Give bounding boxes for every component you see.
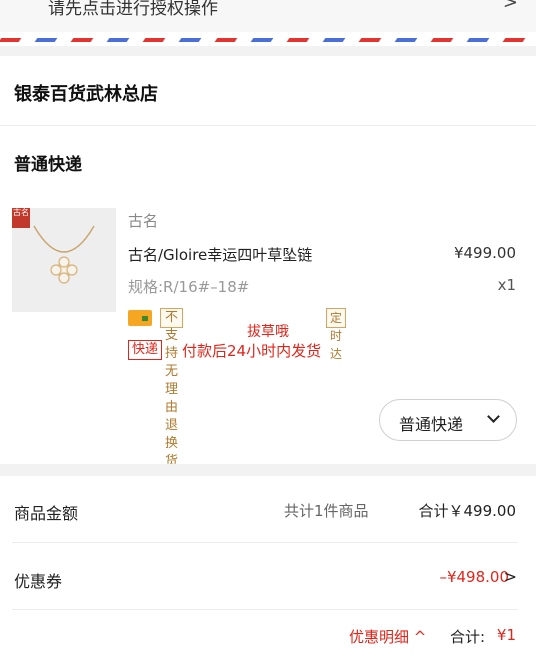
stripe-segment [430, 38, 454, 42]
on-time-tag: 定时达 [326, 308, 347, 361]
envelope-stripe [0, 32, 536, 46]
coupon-value[interactable]: –¥498.00 [439, 568, 509, 586]
section-gap [0, 46, 536, 56]
product-brand: 古名 [128, 212, 159, 230]
coupon-label[interactable]: 优惠券 [14, 568, 62, 592]
stripe-segment [142, 38, 166, 42]
product-thumbnail[interactable]: 古名 [12, 208, 116, 312]
authorization-bar[interactable]: 请先点击进行授权操作 > [0, 0, 536, 32]
stripe-segment [214, 38, 238, 42]
shipping-group-title: 普通快递 [14, 155, 82, 175]
chevron-down-icon [487, 410, 500, 423]
card-icon [128, 310, 152, 326]
stripe-segment [106, 38, 130, 42]
brand-badge: 古名 [12, 208, 30, 228]
shipping-method-label: 普通快递 [399, 415, 464, 434]
store-name: 银泰百货武林总店 [14, 84, 158, 105]
stripe-segment [286, 38, 310, 42]
amount-total: 合计￥499.00 [418, 502, 517, 520]
stripe-segment [358, 38, 382, 42]
delivery-time-text: 付款后24小时内发货 [182, 342, 322, 360]
stripe-segment [178, 38, 202, 42]
product-price: ¥499.00 [453, 244, 516, 262]
divider [12, 609, 518, 610]
stripe-segment [34, 38, 58, 42]
no-return-tag: 不支持无理由退换货 [160, 308, 184, 469]
stripe-segment [0, 38, 22, 42]
stripe-segment [502, 38, 526, 42]
product-spec: 规格:R/16#–18# [128, 278, 250, 296]
discount-detail-link[interactable]: 优惠明细 ^ [349, 626, 426, 647]
item-count: 共计1件商品 [284, 502, 369, 520]
stripe-segment [322, 38, 346, 42]
total-value: ¥1 [496, 626, 516, 644]
shipping-method-select[interactable]: 普通快递 [379, 399, 517, 441]
stripe-segment [70, 38, 94, 42]
section-gap [0, 464, 536, 476]
chevron-right-icon: > [502, 0, 518, 13]
authorization-text: 请先点击进行授权操作 [48, 0, 218, 19]
chevron-right-icon[interactable]: > [504, 567, 517, 586]
product-quantity: x1 [497, 276, 516, 294]
total-label: 合计: [450, 628, 486, 646]
express-badge: 快递 [128, 340, 163, 360]
divider [12, 542, 518, 543]
product-name[interactable]: 古名/Gloire幸运四叶草坠链 [128, 244, 312, 265]
amount-label: 商品金额 [14, 504, 79, 523]
stripe-segment [394, 38, 418, 42]
overlay-note: 拔草哦 [247, 324, 289, 340]
stripe-segment [466, 38, 490, 42]
stripe-segment [250, 38, 274, 42]
